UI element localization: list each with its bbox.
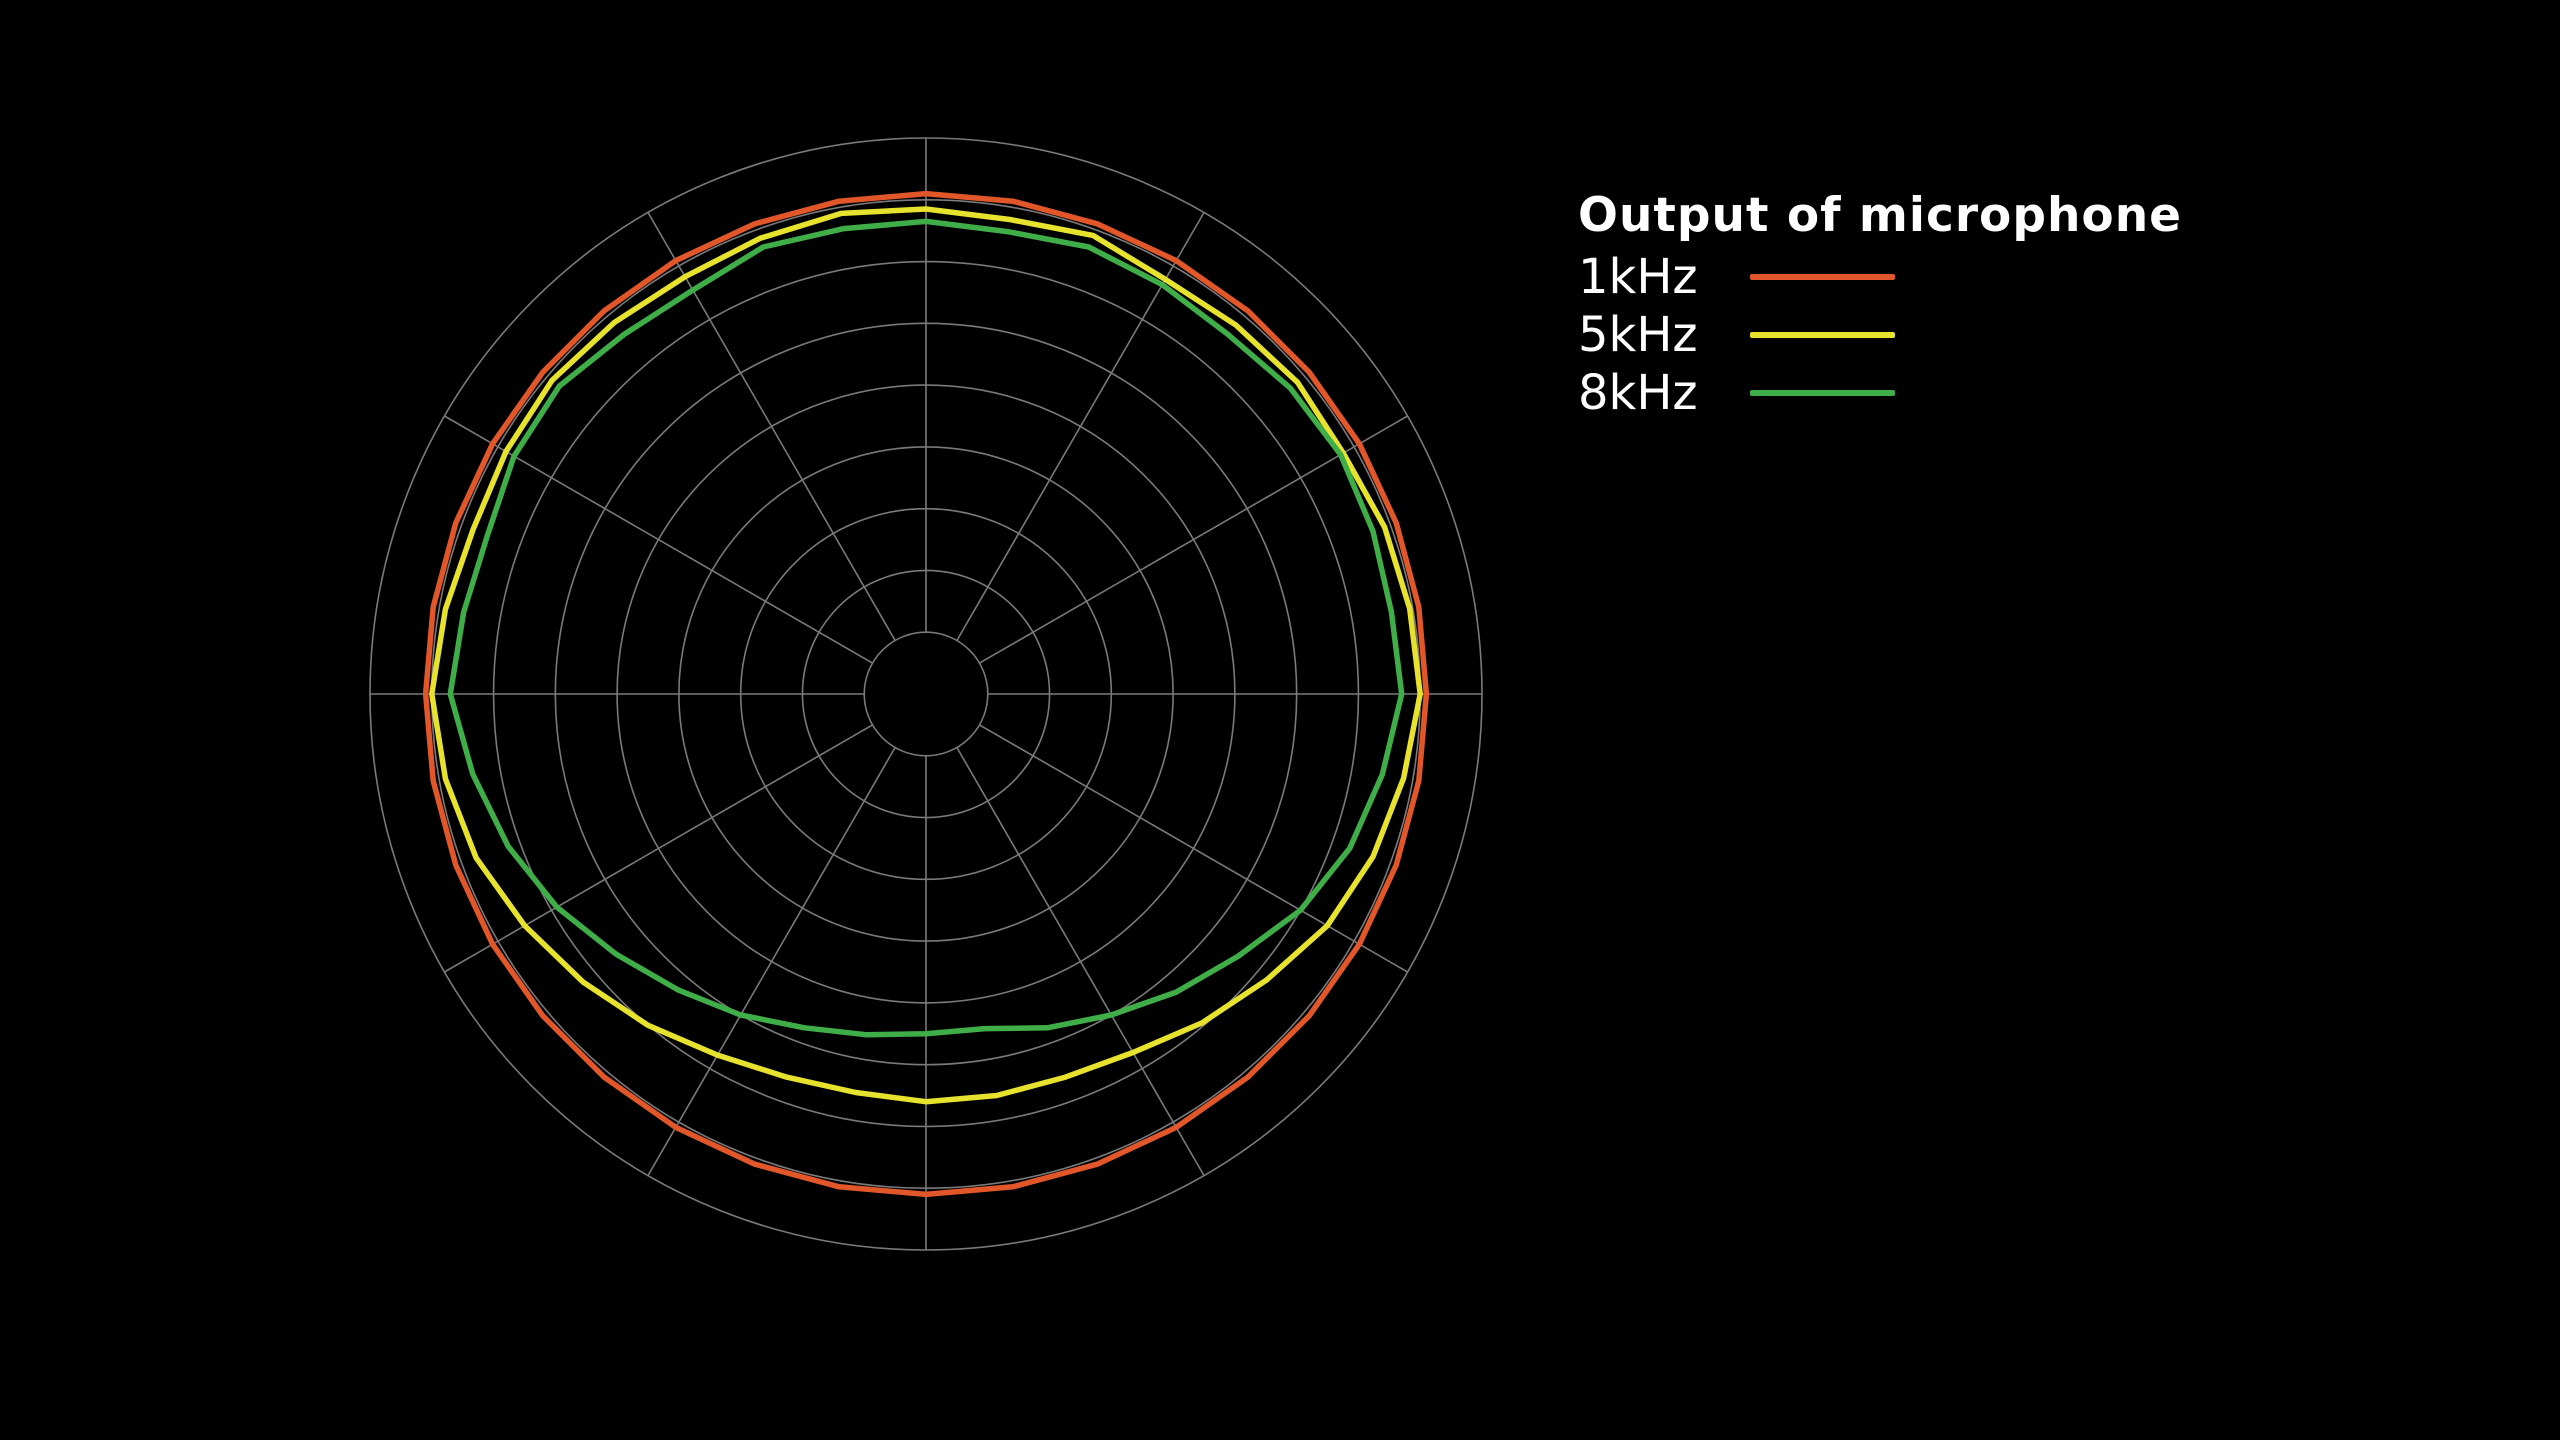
- legend-label-8khz: 8kHz: [1578, 365, 1698, 421]
- legend-swatch-1khz: [1750, 274, 1895, 280]
- grid-spoke-150: [956, 747, 1205, 1176]
- grid-spoke-120: [979, 724, 1408, 973]
- legend-swatch-5khz: [1750, 332, 1895, 338]
- legend-label-1khz: 1kHz: [1578, 249, 1698, 305]
- polar-grid: [369, 137, 1483, 1251]
- legend-item-1khz: 1kHz: [1578, 248, 2182, 306]
- legend-swatch-8khz: [1750, 390, 1895, 396]
- grid-spoke-210: [647, 747, 896, 1176]
- legend-item-5khz: 5kHz: [1578, 306, 2182, 364]
- grid-spoke-30: [956, 212, 1205, 641]
- chart-title: Output of microphone: [1578, 188, 2183, 243]
- grid-spoke-300: [444, 415, 873, 664]
- legend: Output of microphone 1kHz 5kHz 8kHz: [1578, 184, 2182, 422]
- legend-item-8khz: 8kHz: [1578, 364, 2182, 422]
- legend-label-5khz: 5kHz: [1578, 307, 1698, 363]
- grid-ring-1: [863, 631, 989, 757]
